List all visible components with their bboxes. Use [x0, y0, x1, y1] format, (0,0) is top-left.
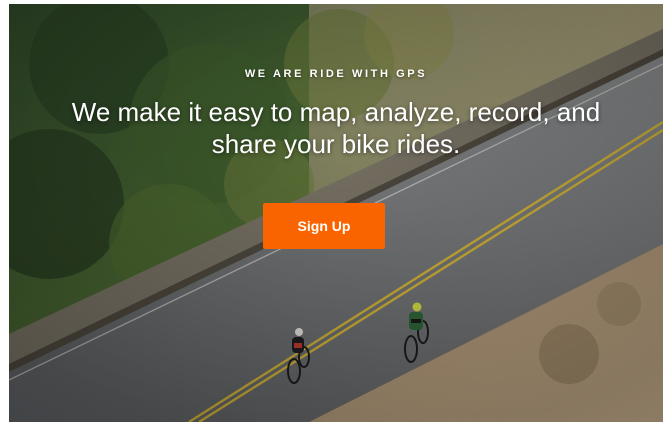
hero-banner: WE ARE RIDE WITH GPS We make it easy to …	[9, 4, 663, 422]
hero-eyebrow: WE ARE RIDE WITH GPS	[244, 68, 428, 80]
sign-up-button[interactable]: Sign Up	[263, 203, 385, 249]
hero-headline: We make it easy to map, analyze, record,…	[71, 97, 601, 159]
